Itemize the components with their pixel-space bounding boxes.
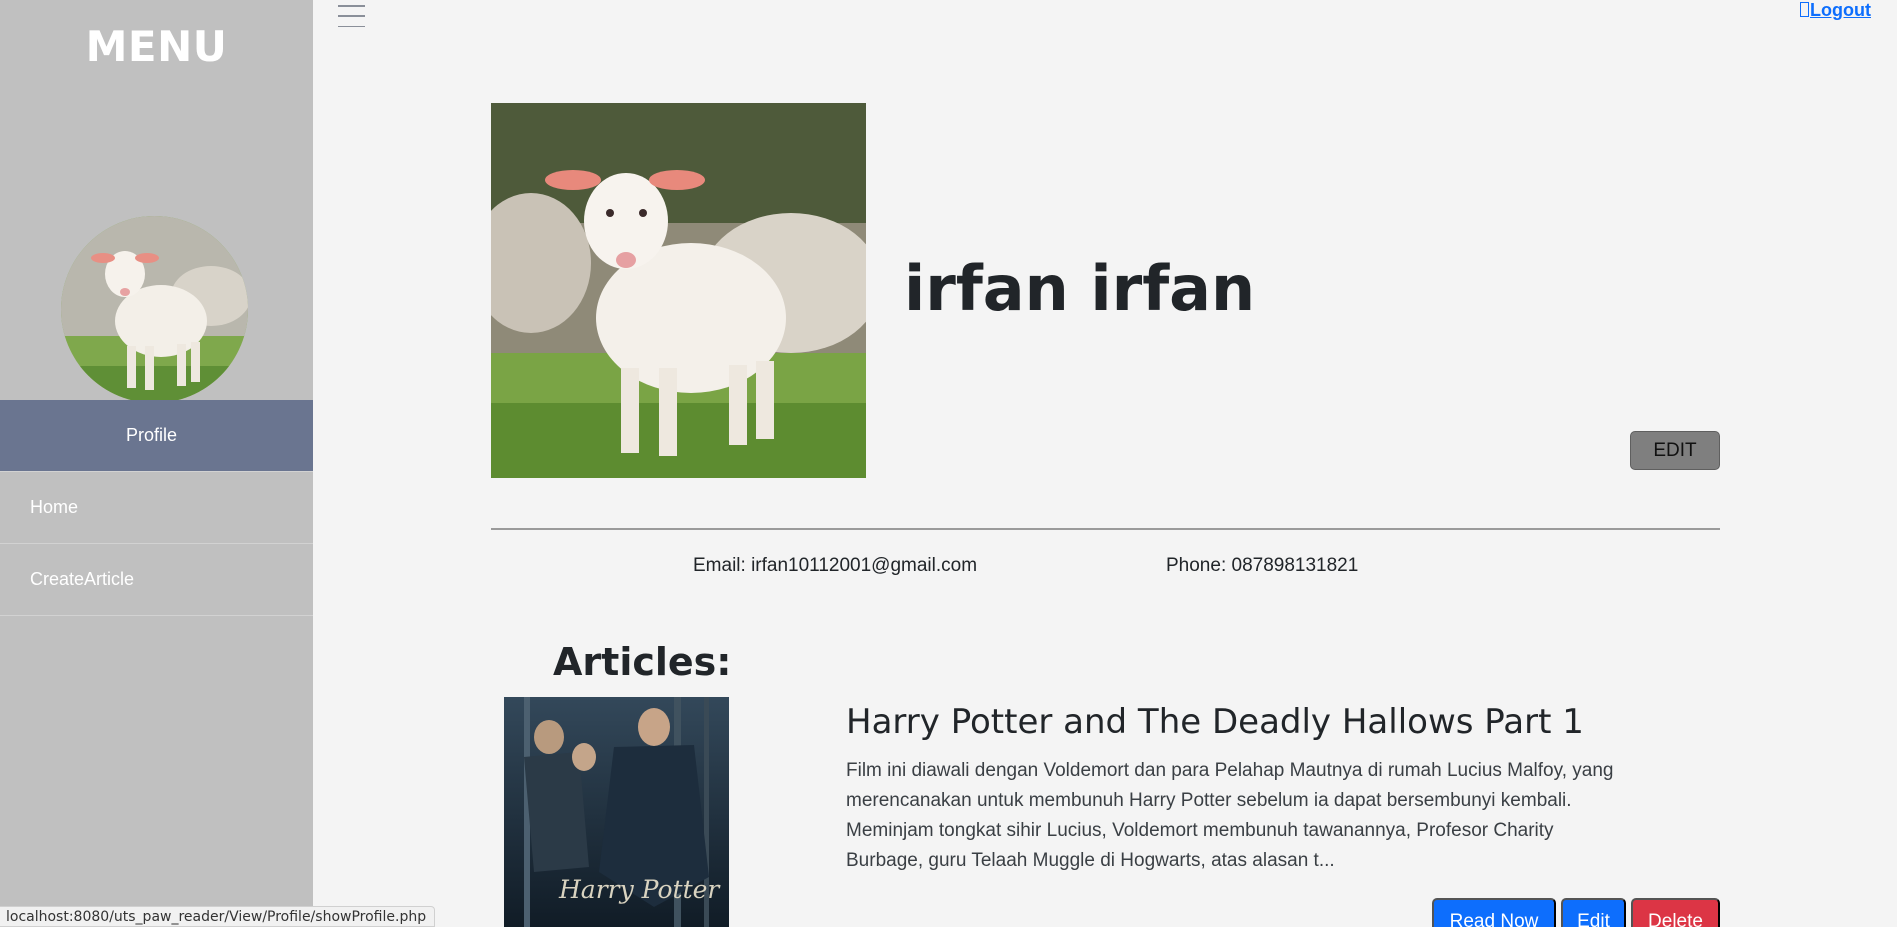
read-now-button[interactable]: Read Now <box>1432 898 1556 927</box>
edit-profile-button[interactable]: EDIT <box>1630 431 1720 470</box>
sidebar-item-createarticle[interactable]: CreateArticle <box>0 544 313 616</box>
hamburger-icon[interactable] <box>338 5 365 27</box>
sidebar-item-home[interactable]: Home <box>0 472 313 544</box>
logout-label: Logout <box>1810 0 1871 20</box>
article-cover-image[interactable]: Harry Potter <box>504 697 729 927</box>
browser-status-url: localhost:8080/uts_paw_reader/View/Profi… <box>0 906 436 927</box>
logout-icon <box>1800 2 1810 17</box>
article-cover-title: Harry Potter <box>559 875 720 904</box>
profile-phone: Phone: 087898131821 <box>1166 555 1359 576</box>
article-title: Harry Potter and The Deadly Hallows Part… <box>846 702 1584 742</box>
divider <box>491 528 1720 530</box>
profile-email: Email: irfan10112001@gmail.com <box>693 555 978 576</box>
sidebar-item-label: Home <box>30 497 79 517</box>
article-excerpt: Film ini diawali dengan Voldemort dan pa… <box>846 760 1614 871</box>
sidebar-item-label: CreateArticle <box>30 569 135 589</box>
articles-heading: Articles: <box>553 640 732 684</box>
sidebar-item-profile[interactable]: Profile <box>0 400 313 472</box>
sidebar-item-label: Profile <box>125 425 178 445</box>
logout-link[interactable]: Logout <box>1800 0 1871 21</box>
sidebar: MENU Profile Home CreateArticle <box>0 0 313 927</box>
lamb-profile-image <box>491 103 866 478</box>
avatar <box>61 216 248 403</box>
edit-article-button[interactable]: Edit <box>1561 898 1626 927</box>
lamb-avatar-image <box>61 216 248 403</box>
delete-article-button[interactable]: Delete <box>1631 898 1720 927</box>
sidebar-title: MENU <box>85 22 228 71</box>
profile-picture <box>491 103 866 478</box>
profile-name: irfan irfan <box>904 252 1256 325</box>
